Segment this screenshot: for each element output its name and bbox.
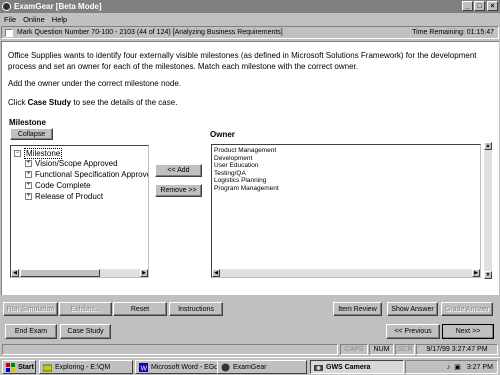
show-answer-button[interactable]: Show Answer bbox=[387, 302, 438, 316]
scroll-down-icon[interactable]: ▼ bbox=[484, 271, 492, 279]
network-icon[interactable]: ▣ bbox=[454, 363, 461, 371]
menu-file[interactable]: File bbox=[4, 15, 16, 24]
title-bar: ExamGear [Beta Mode] _ □ × bbox=[0, 0, 500, 13]
collapse-button[interactable]: Collapse bbox=[10, 128, 53, 140]
scroll-right-icon[interactable]: ▶ bbox=[472, 269, 480, 277]
tree-node-functional-spec[interactable]: + Functional Specification Approved bbox=[25, 170, 148, 179]
tree-node-release[interactable]: + Release of Product bbox=[25, 192, 103, 201]
folder-icon bbox=[43, 364, 52, 371]
milestone-tree[interactable]: − Milestone + Vision/Scope Approved + Funct… bbox=[10, 145, 149, 278]
menu-online[interactable]: Online bbox=[23, 15, 45, 24]
instructions-button[interactable]: Instructions bbox=[169, 302, 223, 316]
mark-question-label: Mark Question Number 70-100 - 2103 (44 o… bbox=[17, 29, 283, 36]
caps-indicator: CAPS bbox=[340, 344, 368, 355]
taskbar: Start Exploring - E:\QM W Microsoft Word… bbox=[0, 357, 500, 375]
owner-item-user-education[interactable]: User Education bbox=[214, 162, 258, 169]
app-icon bbox=[2, 2, 11, 11]
close-button[interactable]: × bbox=[487, 1, 498, 11]
task-examgear[interactable]: ExamGear bbox=[217, 360, 307, 374]
exhibits-button[interactable]: Exhibits... bbox=[59, 302, 112, 316]
owner-list[interactable]: Product Management Development User Educ… bbox=[211, 144, 481, 278]
status-datetime: 9/17/99 3:27:47 PM bbox=[416, 344, 498, 355]
task-gws-camera[interactable]: GWS Camera bbox=[310, 360, 404, 374]
expand-icon[interactable]: + bbox=[25, 160, 32, 167]
window-title: ExamGear [Beta Mode] bbox=[14, 2, 102, 11]
owner-item-product-management[interactable]: Product Management bbox=[214, 147, 276, 154]
scr-indicator: SCR bbox=[395, 344, 415, 355]
tree-node-vision-scope[interactable]: + Vision/Scope Approved bbox=[25, 159, 118, 168]
mark-question-checkbox[interactable] bbox=[5, 28, 13, 37]
owner-horizontal-scrollbar[interactable]: ◀ ▶ bbox=[212, 269, 480, 277]
grade-answer-button[interactable]: Grade Answer bbox=[441, 302, 493, 316]
camera-icon bbox=[314, 364, 323, 371]
item-review-button[interactable]: Item Review bbox=[333, 302, 382, 316]
scroll-left-icon[interactable]: ◀ bbox=[11, 269, 19, 277]
scroll-left-icon[interactable]: ◀ bbox=[212, 269, 220, 277]
owner-item-program-management[interactable]: Program Management bbox=[214, 185, 279, 192]
question-content: Office Supplies wants to identify four e… bbox=[1, 41, 499, 295]
question-bar: Mark Question Number 70-100 - 2103 (44 o… bbox=[1, 26, 499, 39]
owner-item-development[interactable]: Development bbox=[214, 155, 252, 162]
status-panel bbox=[2, 344, 338, 355]
question-text: Office Supplies wants to identify four e… bbox=[8, 51, 477, 71]
task-exploring[interactable]: Exploring - E:\QM bbox=[39, 360, 133, 374]
scroll-up-icon[interactable]: ▲ bbox=[484, 142, 492, 150]
instruction-text: Add the owner under the correct mileston… bbox=[8, 79, 181, 88]
maximize-button[interactable]: □ bbox=[474, 1, 485, 11]
milestone-label: Milestone bbox=[9, 118, 46, 127]
menu-help[interactable]: Help bbox=[52, 15, 67, 24]
app-icon bbox=[221, 363, 230, 371]
windows-logo-icon bbox=[6, 362, 15, 372]
owner-label: Owner bbox=[210, 130, 235, 139]
previous-button[interactable]: << Previous bbox=[386, 324, 440, 339]
case-study-button[interactable]: Case Study bbox=[60, 324, 111, 339]
reset-button[interactable]: Reset bbox=[113, 302, 167, 316]
expand-icon[interactable]: + bbox=[25, 171, 32, 178]
add-button[interactable]: << Add bbox=[155, 164, 202, 177]
remove-button[interactable]: Remove >> bbox=[155, 184, 202, 197]
menu-bar: File Online Help bbox=[0, 13, 500, 25]
end-exam-button[interactable]: End Exam bbox=[5, 324, 57, 339]
start-button[interactable]: Start bbox=[2, 360, 36, 374]
scroll-thumb[interactable] bbox=[20, 269, 100, 277]
collapse-icon[interactable]: − bbox=[14, 150, 21, 157]
word-icon: W bbox=[139, 362, 148, 372]
task-word[interactable]: W Microsoft Word - EGqw... bbox=[135, 360, 229, 374]
expand-icon[interactable]: + bbox=[25, 182, 32, 189]
speaker-icon[interactable]: ♪ bbox=[447, 364, 451, 371]
content-vertical-scrollbar[interactable]: ▲ ▼ bbox=[484, 142, 492, 279]
tree-node-root[interactable]: − Milestone bbox=[14, 148, 63, 159]
scroll-right-icon[interactable]: ▶ bbox=[140, 269, 148, 277]
system-tray: ♪ ▣ 3:27 PM bbox=[405, 360, 498, 374]
next-button[interactable]: Next >> bbox=[442, 324, 494, 339]
tree-node-code-complete[interactable]: + Code Complete bbox=[25, 181, 91, 190]
run-simulation-button[interactable]: Run Simulation bbox=[3, 302, 58, 316]
tree-horizontal-scrollbar[interactable]: ◀ ▶ bbox=[11, 269, 148, 277]
case-study-hint: Click Case Study to see the details of t… bbox=[8, 98, 178, 107]
svg-text:W: W bbox=[141, 365, 148, 372]
num-indicator: NUM bbox=[369, 344, 394, 355]
minimize-button[interactable]: _ bbox=[462, 1, 473, 11]
owner-item-logistics-planning[interactable]: Logistics Planning bbox=[214, 177, 266, 184]
expand-icon[interactable]: + bbox=[25, 193, 32, 200]
owner-item-testing-qa[interactable]: Testing/QA bbox=[214, 170, 246, 177]
time-remaining: Time Remaining: 01:15:47 bbox=[412, 29, 494, 36]
tray-clock[interactable]: 3:27 PM bbox=[467, 364, 493, 371]
